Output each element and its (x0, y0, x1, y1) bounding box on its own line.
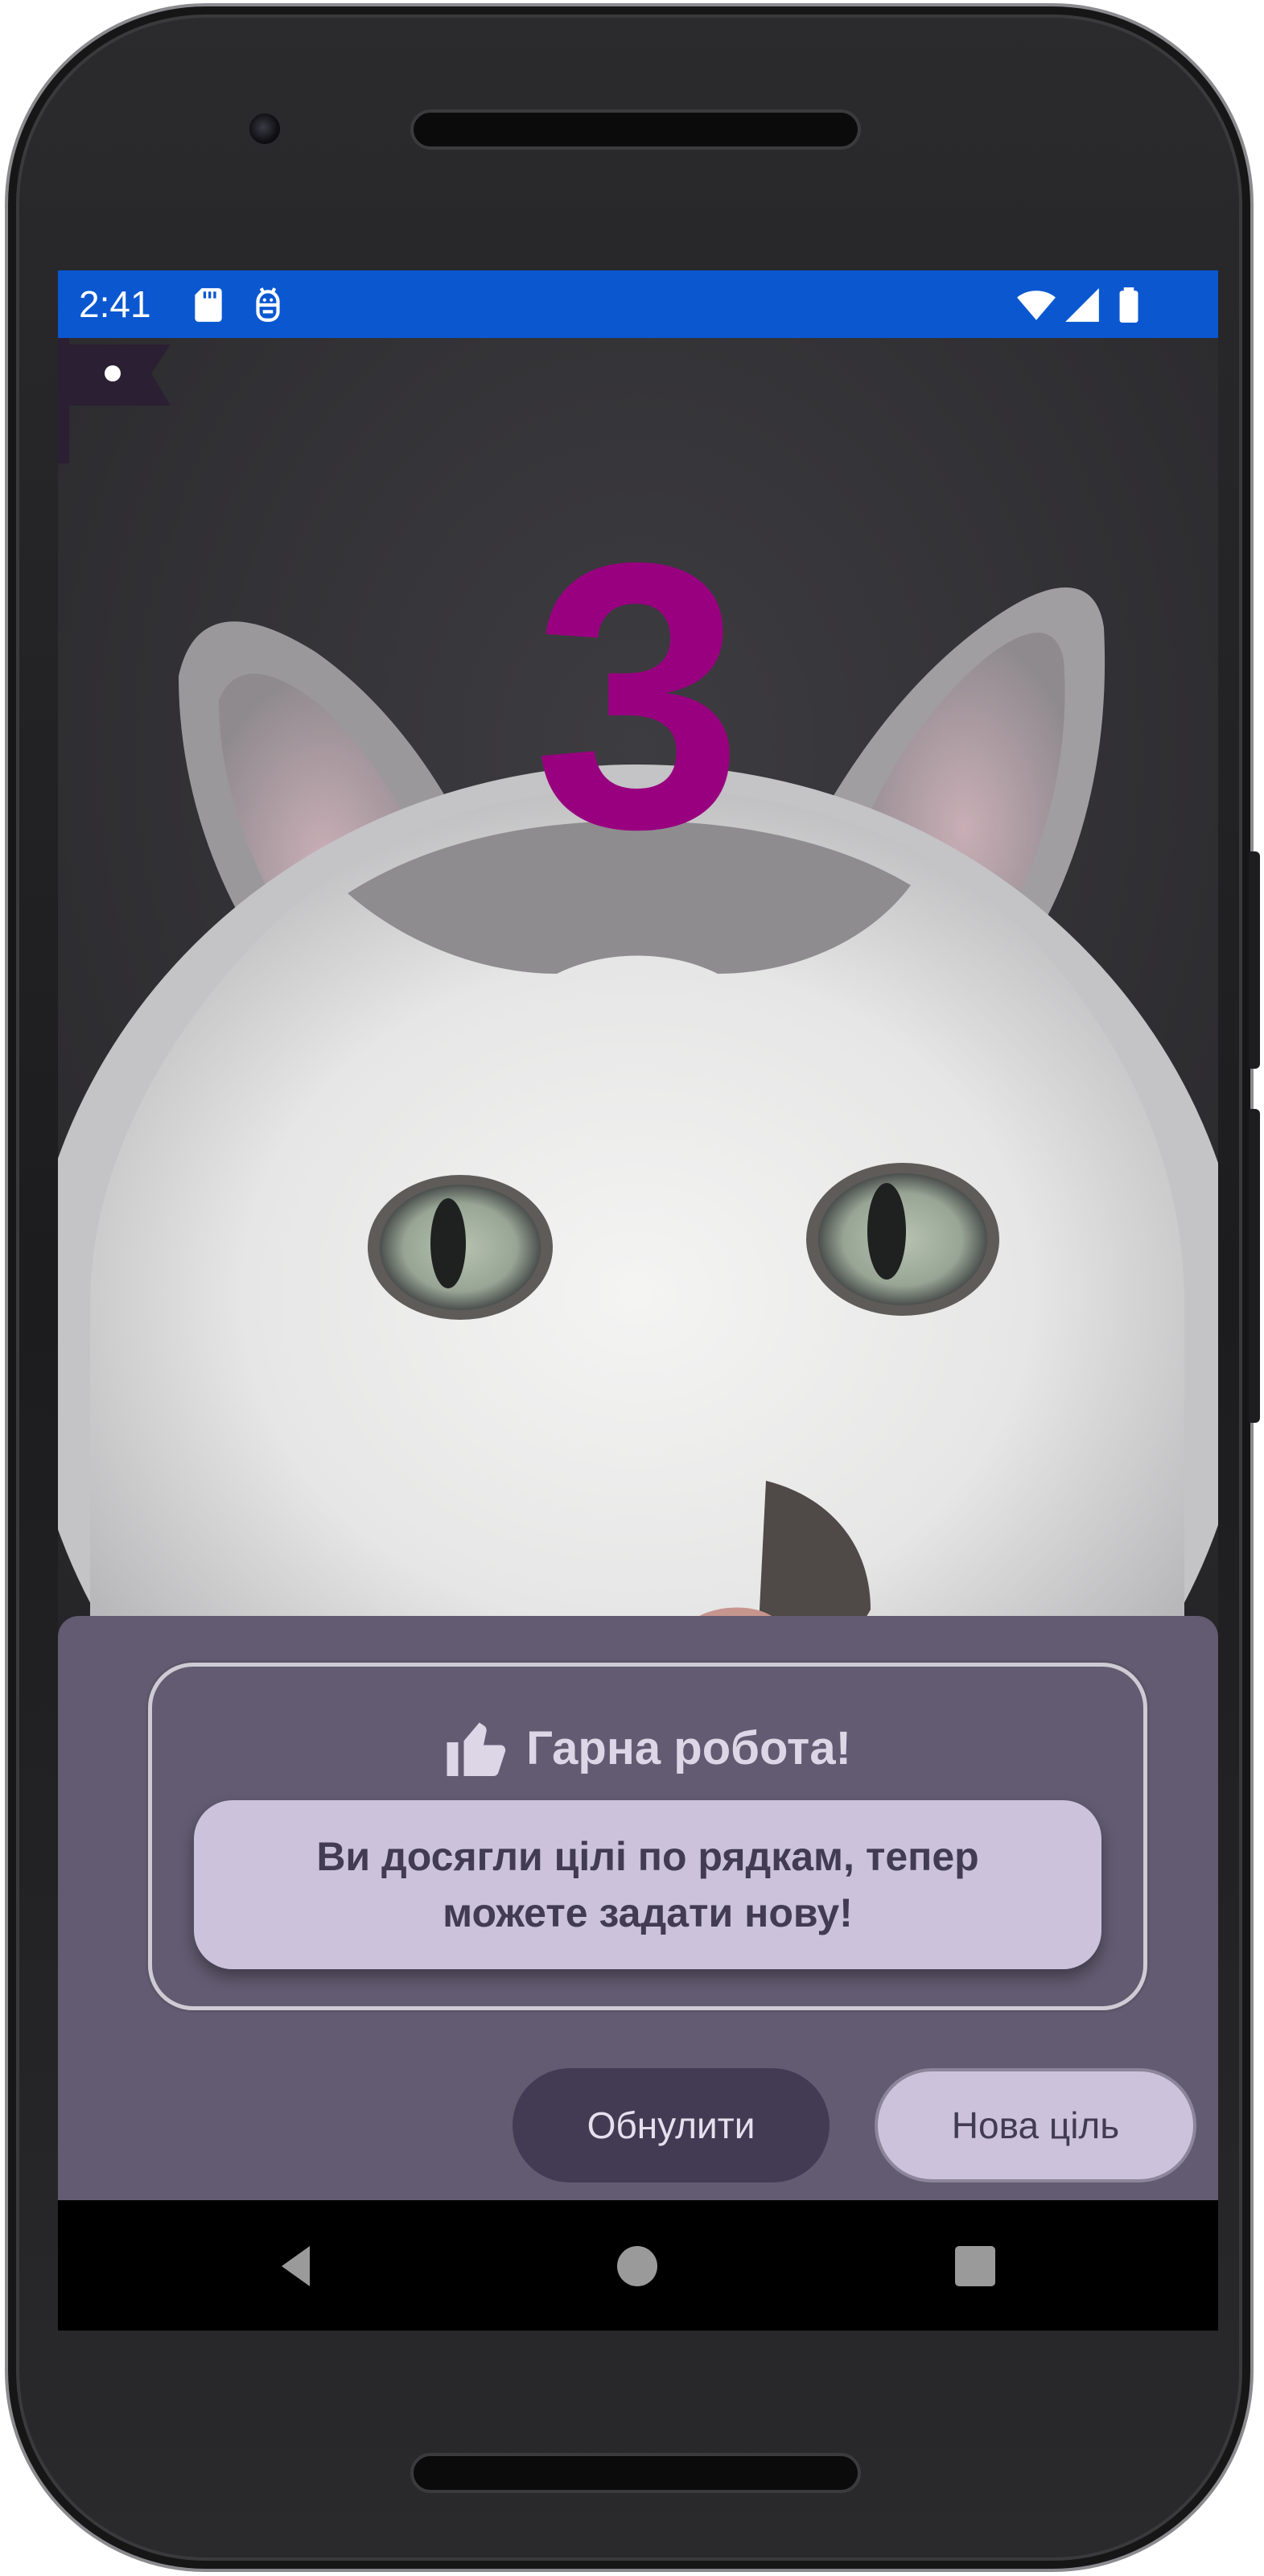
card-title: Гарна робота! (526, 1721, 851, 1774)
reset-button[interactable]: Обнулити (513, 2068, 830, 2182)
navigation-bar (58, 2200, 1218, 2331)
power-button[interactable] (1249, 851, 1260, 1069)
new-goal-button[interactable]: Нова ціль (875, 2068, 1196, 2182)
goal-card: Гарна робота! Ви досягли цілі по рядкам,… (148, 1663, 1147, 2010)
goal-message: Ви досягли цілі по рядкам, тепер можете … (316, 1834, 979, 1935)
flag-icon[interactable] (58, 338, 171, 464)
message-box: Ви досягли цілі по рядкам, тепер можете … (194, 1800, 1101, 1969)
cat-photo: 3 (58, 338, 1218, 1706)
recents-icon[interactable] (951, 2242, 999, 2290)
cellular-signal-icon (1065, 288, 1099, 322)
volume-button[interactable] (1249, 1109, 1260, 1423)
thumbs-up-icon (447, 1722, 506, 1776)
row-counter[interactable]: 3 (58, 507, 1218, 885)
status-time: 2:41 (79, 283, 151, 325)
goal-reached-sheet: Гарна робота! Ви досягли цілі по рядкам,… (58, 1616, 1218, 2200)
back-icon[interactable] (274, 2242, 322, 2290)
front-camera (247, 111, 282, 146)
top-speaker (410, 109, 861, 150)
sd-card-icon (195, 288, 222, 322)
bottom-speaker (410, 2453, 861, 2493)
home-icon[interactable] (613, 2242, 661, 2290)
screen: 2:41 3 Гарна робота! Ви досягли цілі по … (58, 270, 1218, 2331)
status-bar: 2:41 (58, 270, 1218, 338)
android-debug-icon (256, 287, 280, 322)
card-title-row: Гарна робота! (152, 1712, 1143, 1784)
battery-icon (1119, 287, 1138, 323)
wifi-icon (1017, 291, 1056, 320)
phone-frame: 2:41 3 Гарна робота! Ви досягли цілі по … (5, 3, 1260, 2572)
